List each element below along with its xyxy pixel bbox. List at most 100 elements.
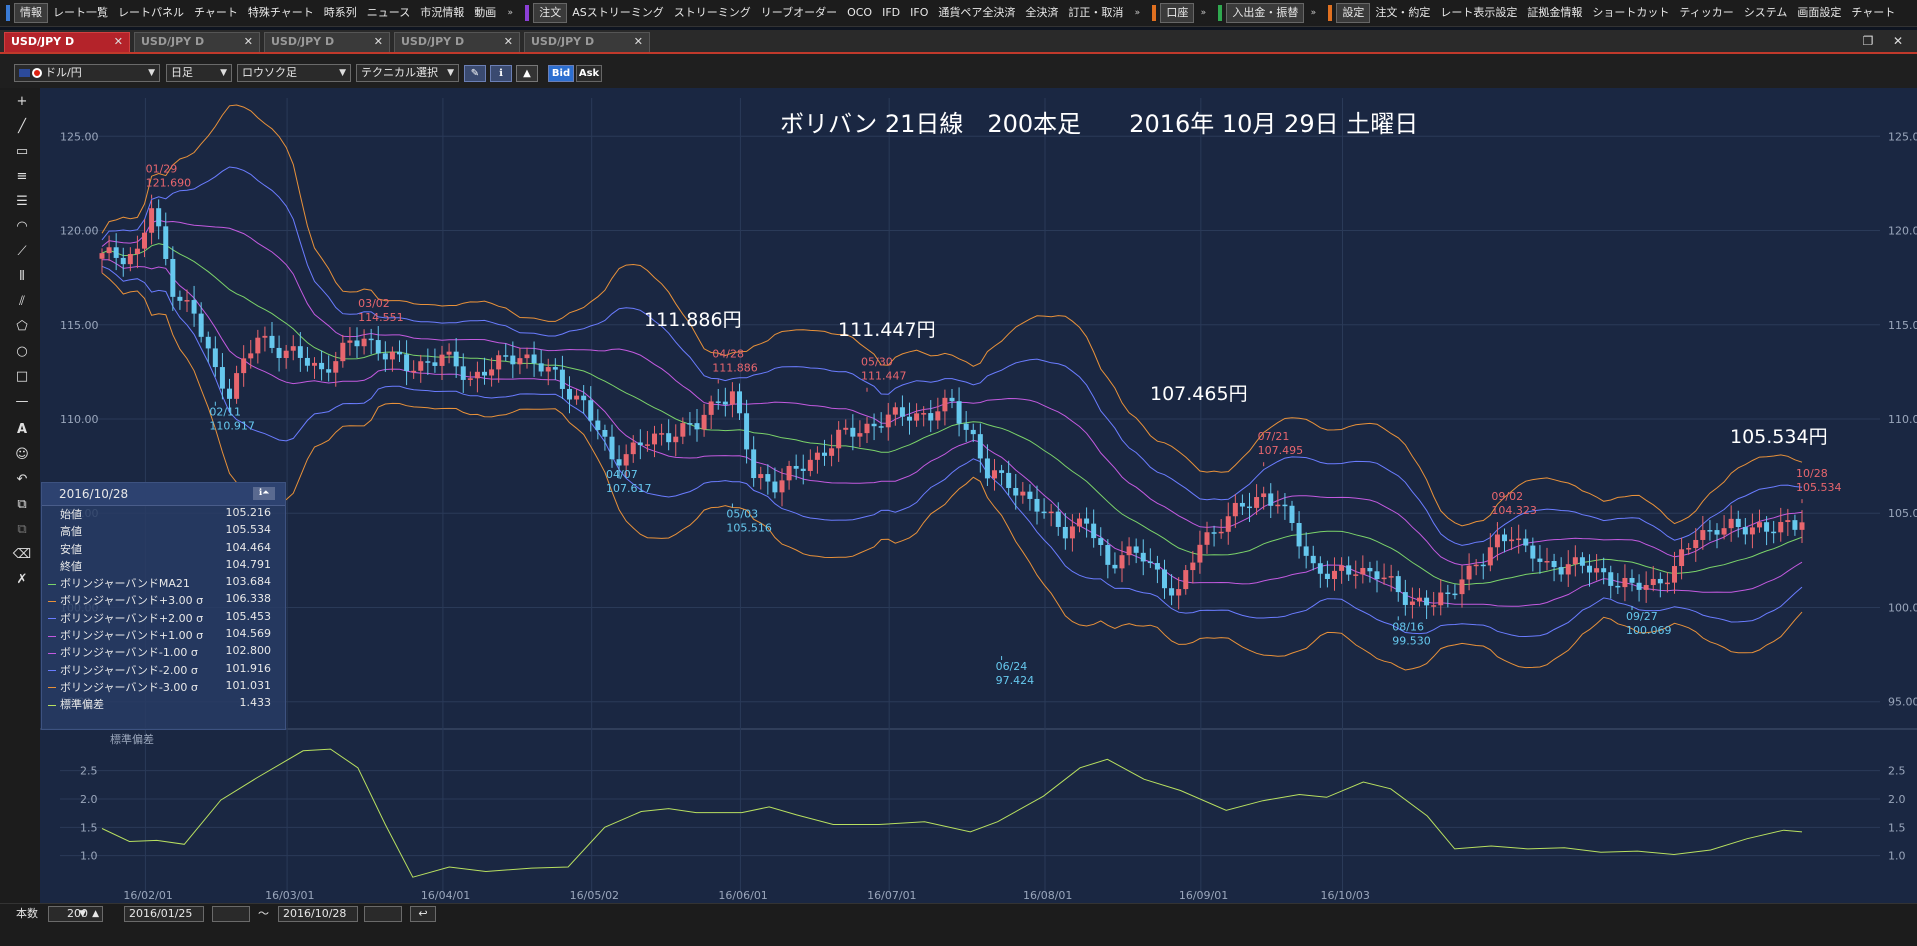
close-tab-icon[interactable]: ✕ [114, 33, 123, 51]
series-line-swatch [48, 704, 56, 706]
end-time-field[interactable] [364, 906, 402, 922]
menu-item[interactable]: IFO [905, 0, 933, 26]
info-row-label: ボリンジャーバンド-3.00 σ [48, 679, 198, 695]
menu-item[interactable]: OCO [842, 0, 877, 26]
restore-window-icon[interactable]: ❐ [1858, 33, 1878, 49]
tab-usdjpy[interactable]: USD/JPY D ✕ [394, 32, 520, 52]
price-chart[interactable]: 125.00 125.00 120.00 120.00 115.00 115.00 110.… [40, 88, 1917, 903]
icon-tool-icon[interactable]: ☺ [11, 445, 33, 465]
candle-body [1494, 534, 1500, 548]
menu-item[interactable]: 情報 [14, 3, 48, 23]
menu-item[interactable]: 特殊チャート [243, 0, 319, 26]
text-tool-icon[interactable]: A [11, 420, 33, 440]
menu-item[interactable]: ティッカー [1674, 0, 1738, 26]
vertical-lines-tool-icon[interactable]: ⦀ [11, 267, 33, 287]
tab-usdjpy[interactable]: USD/JPY D ✕ [4, 32, 130, 52]
pitchfork-tool-icon[interactable]: ⫽ [11, 292, 33, 312]
paste-tool-icon[interactable]: ⧉ [11, 520, 33, 540]
menu-item[interactable]: 口座 [1160, 3, 1195, 23]
crosshair-tool-icon[interactable]: + [11, 92, 33, 112]
menu-item[interactable]: ショートカット [1587, 0, 1674, 26]
candle-body [163, 226, 169, 259]
menu-item[interactable]: 時系列 [319, 0, 362, 26]
clear-all-tool-icon[interactable]: ✗ [11, 570, 33, 590]
menu-item[interactable]: リーブオーダー [756, 0, 842, 26]
info-row-text: ボリンジャーバンド-1.00 σ [60, 646, 198, 660]
menu-item[interactable]: ニュース [362, 0, 415, 26]
tab-usdjpy[interactable]: USD/JPY D ✕ [524, 32, 650, 52]
menu-item[interactable]: 入出金・振替 [1226, 3, 1305, 23]
menu-item[interactable]: 動画 [469, 0, 501, 26]
info-row-text: ボリンジャーバンドMA21 [60, 577, 190, 591]
menu-item[interactable]: チャート [1846, 0, 1900, 26]
menu-item[interactable]: 注文 [533, 3, 568, 23]
undo-tool-icon[interactable]: ↶ [11, 470, 33, 490]
close-tab-icon[interactable]: ✕ [504, 33, 513, 51]
menu-item[interactable]: レートパネル [113, 0, 189, 26]
candle-body [1204, 532, 1210, 545]
fibonacci-arc-tool-icon[interactable]: ◠ [11, 217, 33, 237]
menu-item[interactable]: 画面設定 [1792, 0, 1846, 26]
menu-overflow-icon[interactable]: » [1130, 5, 1144, 21]
menu-item[interactable]: ASストリーミング [567, 0, 669, 26]
menu-item[interactable]: ストリーミング [669, 0, 756, 26]
tab-usdjpy[interactable]: USD/JPY D ✕ [264, 32, 390, 52]
collapse-info-icon[interactable]: ℹ⏶ [253, 487, 275, 500]
copy-tool-icon[interactable]: ⧉ [11, 495, 33, 515]
menu-item[interactable]: 注文・約定 [1370, 0, 1435, 26]
info-row-label: 安値 [60, 541, 82, 557]
end-date-field[interactable]: 2016/10/28 [278, 906, 358, 922]
candle-body [1169, 588, 1175, 596]
close-tab-icon[interactable]: ✕ [244, 33, 253, 51]
ask-button[interactable]: Ask [576, 65, 602, 82]
draw-pen-button[interactable]: ✎ [464, 65, 486, 82]
candle-body [1672, 566, 1677, 583]
eraser-tool-icon[interactable]: ⌫ [11, 545, 33, 565]
trend-line-tool-icon[interactable]: ╱ [11, 117, 33, 137]
menu-item[interactable]: 証拠金情報 [1522, 0, 1587, 26]
start-time-field[interactable] [212, 906, 250, 922]
grid-lines-tool-icon[interactable]: ☰ [11, 192, 33, 212]
candle-body [666, 433, 672, 443]
candle-body [1197, 544, 1203, 563]
menu-item[interactable]: 訂正・取消 [1063, 0, 1128, 26]
menu-item[interactable]: レート表示設定 [1435, 0, 1522, 26]
menu-overflow-icon[interactable]: » [503, 5, 517, 21]
menu-overflow-icon[interactable]: » [1196, 5, 1210, 21]
info-date: 2016/10/28 [59, 487, 129, 501]
chart-style-select[interactable]: ロウソク足 ▼ [237, 64, 351, 82]
circle-tool-icon[interactable]: ○ [11, 342, 33, 362]
pentagon-tool-icon[interactable]: ⬠ [11, 317, 33, 337]
bid-button[interactable]: Bid [548, 65, 574, 82]
menu-item[interactable]: システム [1739, 0, 1793, 26]
menu-item[interactable]: 全決済 [1020, 0, 1063, 26]
menu-item[interactable]: 市況情報 [415, 0, 469, 26]
candle-body [1473, 564, 1479, 567]
bar-count-select[interactable]: 200 ▼ ▲ [48, 906, 103, 922]
reset-range-button[interactable]: ↩ [410, 906, 436, 922]
rectangle-tool-icon[interactable]: □ [11, 367, 33, 387]
technical-select[interactable]: テクニカル選択 ▼ [356, 64, 459, 82]
horizontal-lines-tool-icon[interactable]: ≡ [11, 167, 33, 187]
candle-body [375, 340, 381, 354]
tab-usdjpy[interactable]: USD/JPY D ✕ [134, 32, 260, 52]
menu-item[interactable]: IFD [877, 0, 905, 26]
close-tab-icon[interactable]: ✕ [374, 33, 383, 51]
menu-item[interactable]: チャート [189, 0, 243, 26]
menu-item[interactable]: レート一覧 [48, 0, 113, 26]
menu-item[interactable]: 設定 [1336, 3, 1371, 23]
info-button[interactable]: ℹ [490, 65, 512, 82]
start-date-field[interactable]: 2016/01/25 [124, 906, 204, 922]
hline-tool-icon[interactable]: — [11, 392, 33, 412]
candle-body [729, 391, 735, 405]
close-tab-icon[interactable]: ✕ [634, 33, 643, 51]
area-chart-button[interactable]: ▲ [516, 65, 538, 82]
ruler-tool-icon[interactable]: ▭ [11, 142, 33, 162]
currency-pair-select[interactable]: ドル/円 ▼ [14, 64, 160, 82]
fan-tool-icon[interactable]: ⟋ [11, 242, 33, 262]
menu-item[interactable]: 通貨ペア全決済 [933, 0, 1020, 26]
candle-body [1480, 564, 1486, 567]
close-window-icon[interactable]: ✕ [1888, 33, 1908, 49]
menu-overflow-icon[interactable]: » [1306, 5, 1320, 21]
period-select[interactable]: 日足 ▼ [166, 64, 232, 82]
